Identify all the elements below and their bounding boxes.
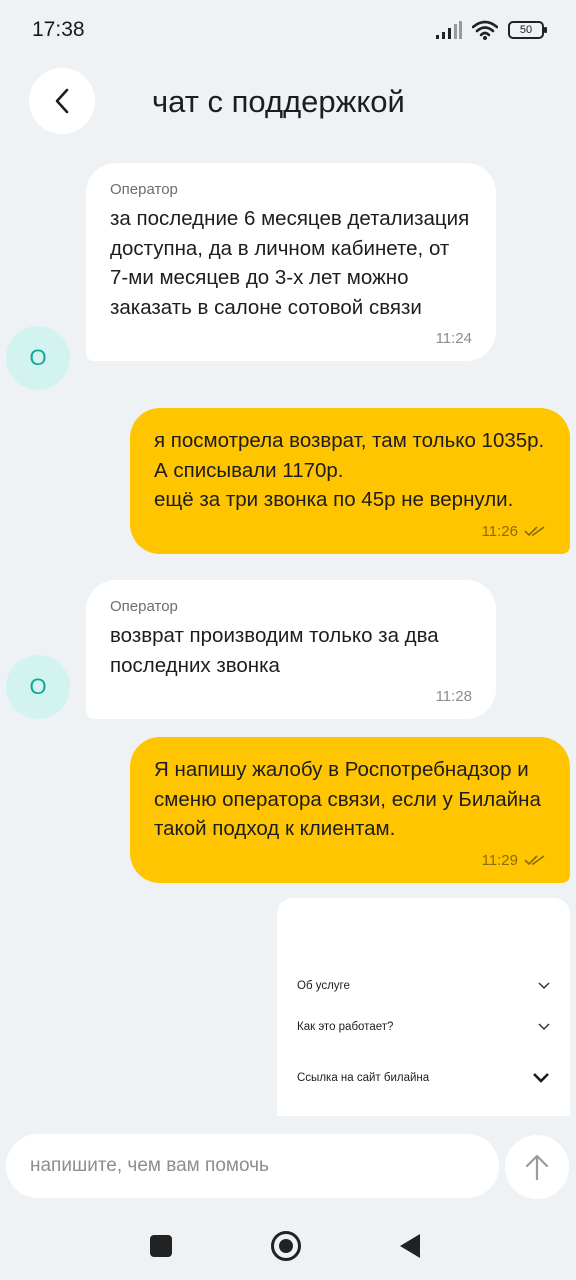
system-back-button[interactable] — [400, 1234, 420, 1258]
chevron-down-icon — [538, 982, 550, 990]
message-input-container — [6, 1134, 499, 1198]
message-sender: Оператор — [110, 181, 178, 198]
message-time: 11:28 — [435, 688, 472, 705]
operator-avatar: О — [6, 655, 70, 719]
message-incoming: Оператор за последние 6 месяцев детализа… — [86, 163, 496, 361]
home-button[interactable] — [271, 1231, 301, 1261]
message-time: 11:24 — [435, 330, 472, 347]
battery-icon: 50 — [508, 21, 547, 39]
battery-level: 50 — [519, 24, 533, 36]
message-outgoing: я посмотрела возврат, там только 1035р. … — [130, 408, 570, 554]
card-item-website-link[interactable]: Ссылка на сайт билайна — [297, 1072, 550, 1084]
message-meta: 11:26 — [154, 523, 546, 540]
message-incoming: Оператор возврат производим только за дв… — [86, 580, 496, 719]
operator-avatar: О — [6, 326, 70, 390]
info-card: Об услуге Как это работает? Ссылка на са… — [277, 898, 570, 1116]
recents-button[interactable] — [150, 1235, 172, 1257]
message-text: Я напишу жалобу в Роспотребнадзор и смен… — [154, 758, 541, 840]
message-text: возврат производим только за два последн… — [110, 624, 439, 677]
message-text: я посмотрела возврат, там только 1035р. … — [154, 429, 545, 511]
chevron-left-icon — [55, 88, 69, 114]
chevron-down-icon — [538, 1023, 550, 1031]
back-button[interactable] — [29, 68, 95, 134]
status-bar: 17:38 50 — [0, 0, 576, 60]
message-time: 11:26 — [481, 522, 518, 540]
wifi-icon — [472, 20, 498, 40]
card-item-how-it-works[interactable]: Как это работает? — [297, 1021, 550, 1033]
signal-icon — [436, 21, 462, 39]
card-item-label: Ссылка на сайт билайна — [297, 1072, 430, 1084]
page-title: чат с поддержкой — [152, 84, 405, 119]
double-check-icon — [524, 855, 545, 866]
double-check-icon — [524, 526, 545, 537]
chevron-down-icon — [533, 1073, 549, 1083]
card-item-label: Как это работает? — [297, 1021, 394, 1033]
status-icons: 50 — [436, 18, 547, 42]
status-time: 17:38 — [32, 18, 85, 41]
system-nav-bar — [0, 1205, 576, 1280]
message-input[interactable] — [30, 1155, 499, 1177]
send-button[interactable] — [505, 1135, 569, 1199]
message-outgoing: Я напишу жалобу в Роспотребнадзор и смен… — [130, 737, 570, 883]
arrow-up-icon — [525, 1154, 549, 1181]
message-time: 11:29 — [481, 851, 518, 869]
card-item-label: Об услуге — [297, 980, 350, 992]
message-meta: 11:29 — [154, 852, 546, 869]
card-item-about[interactable]: Об услуге — [297, 980, 550, 992]
message-sender: Оператор — [110, 598, 178, 615]
message-text: за последние 6 месяцев детализация досту… — [110, 207, 470, 319]
